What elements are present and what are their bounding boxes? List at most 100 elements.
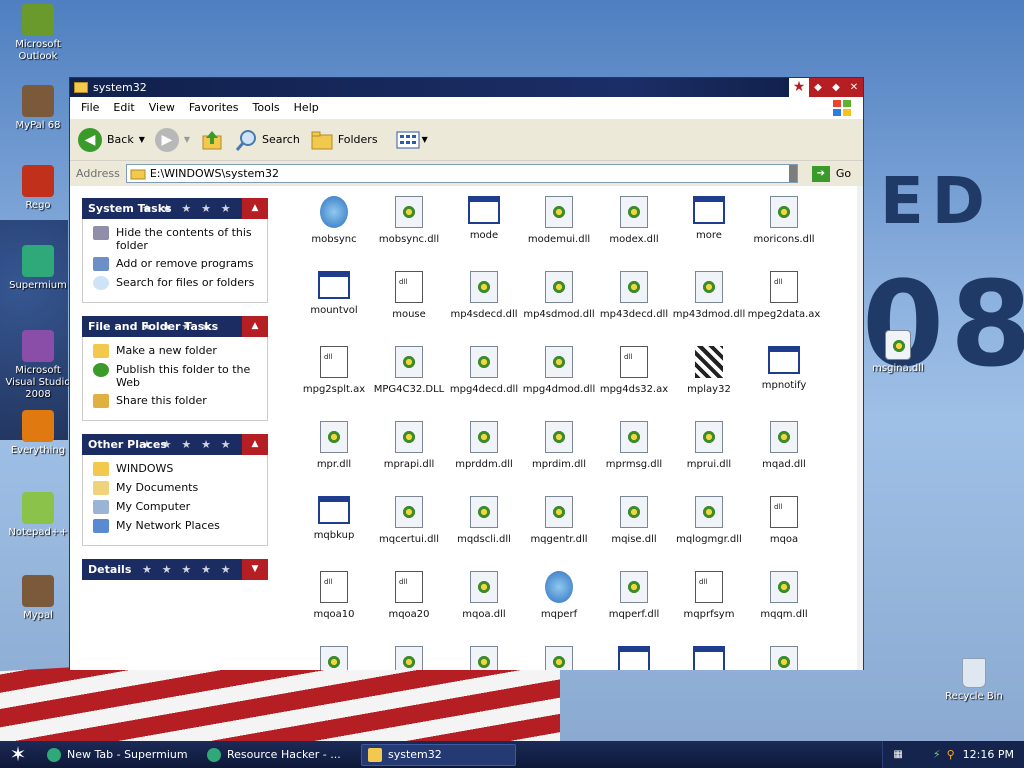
file-item[interactable]: mpr.dll — [296, 421, 372, 470]
file-item[interactable]: mqoa10 — [296, 571, 372, 620]
menu-file[interactable]: File — [74, 101, 106, 114]
views-button[interactable]: ▼ — [396, 124, 428, 156]
collapse-icon[interactable]: ▲ — [242, 316, 268, 337]
menu-tools[interactable]: Tools — [246, 101, 287, 114]
collapse-icon[interactable]: ▲ — [242, 198, 268, 219]
my-documents-link[interactable]: My Documents — [93, 481, 261, 495]
file-item[interactable]: mouse — [371, 271, 447, 320]
file-item[interactable]: mpg2splt.ax — [296, 346, 372, 395]
address-dropdown[interactable] — [788, 165, 797, 182]
publish-web-link[interactable]: Publish this folder to the Web — [93, 363, 261, 389]
file-item[interactable]: mqad.dll — [746, 421, 822, 470]
file-item[interactable]: mqdscli.dll — [446, 496, 522, 545]
title-bar[interactable]: system32 ★ ◆ ◆ ✕ — [70, 78, 863, 97]
file-item[interactable] — [521, 646, 597, 670]
start-button[interactable]: ✶ — [0, 741, 36, 768]
file-item[interactable]: mpnotify — [746, 346, 822, 391]
forward-button[interactable]: ▶ ▼ — [154, 124, 190, 156]
file-item[interactable]: mqbkup — [296, 496, 372, 541]
keyboard-icon[interactable]: ▦ — [893, 749, 902, 760]
file-item[interactable]: modemui.dll — [521, 196, 597, 245]
menu-favorites[interactable]: Favorites — [182, 101, 246, 114]
file-item[interactable]: mobsync — [296, 196, 372, 245]
file-item[interactable] — [746, 646, 822, 670]
system-tasks-header[interactable]: ★ ★ ★ ★ ★ System Tasks ▲ — [82, 198, 268, 219]
my-network-places-link[interactable]: My Network Places — [93, 519, 261, 533]
file-item[interactable] — [596, 646, 672, 670]
menu-edit[interactable]: Edit — [106, 101, 141, 114]
minimize-button[interactable]: ◆ — [809, 78, 827, 97]
file-item[interactable] — [371, 646, 447, 670]
desktop-icon[interactable]: Everything — [4, 410, 72, 457]
file-item[interactable]: mqise.dll — [596, 496, 672, 545]
file-item[interactable]: mode — [446, 196, 522, 241]
file-item[interactable]: mqqm.dll — [746, 571, 822, 620]
desktop-icon-msgina[interactable]: msgina.dll — [864, 330, 932, 375]
file-item[interactable]: mqgentr.dll — [521, 496, 597, 545]
file-item[interactable]: mp43dmod.dll — [671, 271, 747, 320]
make-new-folder-link[interactable]: Make a new folder — [93, 344, 261, 358]
other-places-header[interactable]: ★ ★ ★ ★ ★ Other Places ▲ — [82, 434, 268, 455]
file-item[interactable]: mp4sdmod.dll — [521, 271, 597, 320]
file-item[interactable]: mplay32 — [671, 346, 747, 395]
file-item[interactable]: more — [671, 196, 747, 241]
file-item[interactable] — [671, 646, 747, 670]
file-item[interactable]: mpg4decd.dll — [446, 346, 522, 395]
chevron-down-icon[interactable]: ▼ — [184, 135, 190, 144]
file-item[interactable]: mpeg2data.ax — [746, 271, 822, 320]
search-files-link[interactable]: Search for files or folders — [93, 276, 261, 290]
add-remove-programs-link[interactable]: Add or remove programs — [93, 257, 261, 271]
folders-button[interactable]: Folders — [310, 124, 378, 156]
file-item[interactable]: mprapi.dll — [371, 421, 447, 470]
expand-icon[interactable]: ▼ — [242, 559, 268, 580]
hide-folder-contents-link[interactable]: Hide the contents of this folder — [93, 226, 261, 252]
desktop-icon[interactable]: MyPal 68 — [4, 85, 72, 132]
chevron-down-icon[interactable]: ▼ — [139, 135, 145, 144]
file-item[interactable]: mpg4dmod.dll — [521, 346, 597, 395]
taskbar-item-resource-hacker[interactable]: Resource Hacker - ... — [201, 744, 356, 766]
file-item[interactable]: mprdim.dll — [521, 421, 597, 470]
close-button[interactable]: ✕ — [845, 78, 863, 97]
taskbar-item-system32[interactable]: system32 — [361, 743, 516, 766]
desktop-icon[interactable]: Microsoft Visual Studio 2008 — [4, 330, 72, 401]
file-item[interactable]: modex.dll — [596, 196, 672, 245]
desktop-icon[interactable]: Microsoft Outlook — [4, 4, 72, 63]
file-item[interactable] — [446, 646, 522, 670]
file-item[interactable]: moricons.dll — [746, 196, 822, 245]
desktop-icon[interactable]: Mypal — [4, 575, 72, 622]
share-folder-link[interactable]: Share this folder — [93, 394, 261, 408]
desktop-icon[interactable]: Rego — [4, 165, 72, 212]
file-folder-tasks-header[interactable]: ★ ★ ★ ★ File and Folder Tasks ▲ — [82, 316, 268, 337]
address-input[interactable]: E:\WINDOWS\system32 — [125, 164, 798, 183]
desktop-icon[interactable]: Notepad++ — [4, 492, 72, 539]
desktop-icon-recycle-bin[interactable]: Recycle Bin — [940, 658, 1008, 703]
desktop-icon[interactable]: Supermium — [4, 245, 72, 292]
file-item[interactable]: mqoa.dll — [446, 571, 522, 620]
file-item[interactable]: mqperf — [521, 571, 597, 620]
file-item[interactable]: mqprfsym — [671, 571, 747, 620]
file-item[interactable]: mqoa20 — [371, 571, 447, 620]
file-item[interactable]: mountvol — [296, 271, 372, 316]
search-tray-icon[interactable]: ⚲ — [947, 748, 955, 761]
details-header[interactable]: ★ ★ ★ ★ ★ Details ▼ — [82, 559, 268, 580]
file-item[interactable]: mobsync.dll — [371, 196, 447, 245]
up-button[interactable] — [200, 124, 224, 156]
file-item[interactable]: mprui.dll — [671, 421, 747, 470]
windows-folder-link[interactable]: WINDOWS — [93, 462, 261, 476]
taskbar-item-supermium[interactable]: New Tab - Supermium — [41, 744, 196, 766]
file-item[interactable]: mprddm.dll — [446, 421, 522, 470]
network-tray-icon[interactable]: ⚡ — [933, 748, 941, 761]
file-item[interactable] — [296, 646, 372, 670]
menu-help[interactable]: Help — [287, 101, 326, 114]
my-computer-link[interactable]: My Computer — [93, 500, 261, 514]
file-item[interactable]: mprmsg.dll — [596, 421, 672, 470]
file-item[interactable]: mpg4ds32.ax — [596, 346, 672, 395]
file-item[interactable]: mqperf.dll — [596, 571, 672, 620]
chevron-down-icon[interactable]: ▼ — [422, 135, 428, 144]
file-item[interactable]: mp4sdecd.dll — [446, 271, 522, 320]
file-item[interactable]: mqcertui.dll — [371, 496, 447, 545]
file-item[interactable]: mqoa — [746, 496, 822, 545]
collapse-icon[interactable]: ▲ — [242, 434, 268, 455]
maximize-button[interactable]: ◆ — [827, 78, 845, 97]
file-item[interactable]: mqlogmgr.dll — [671, 496, 747, 545]
